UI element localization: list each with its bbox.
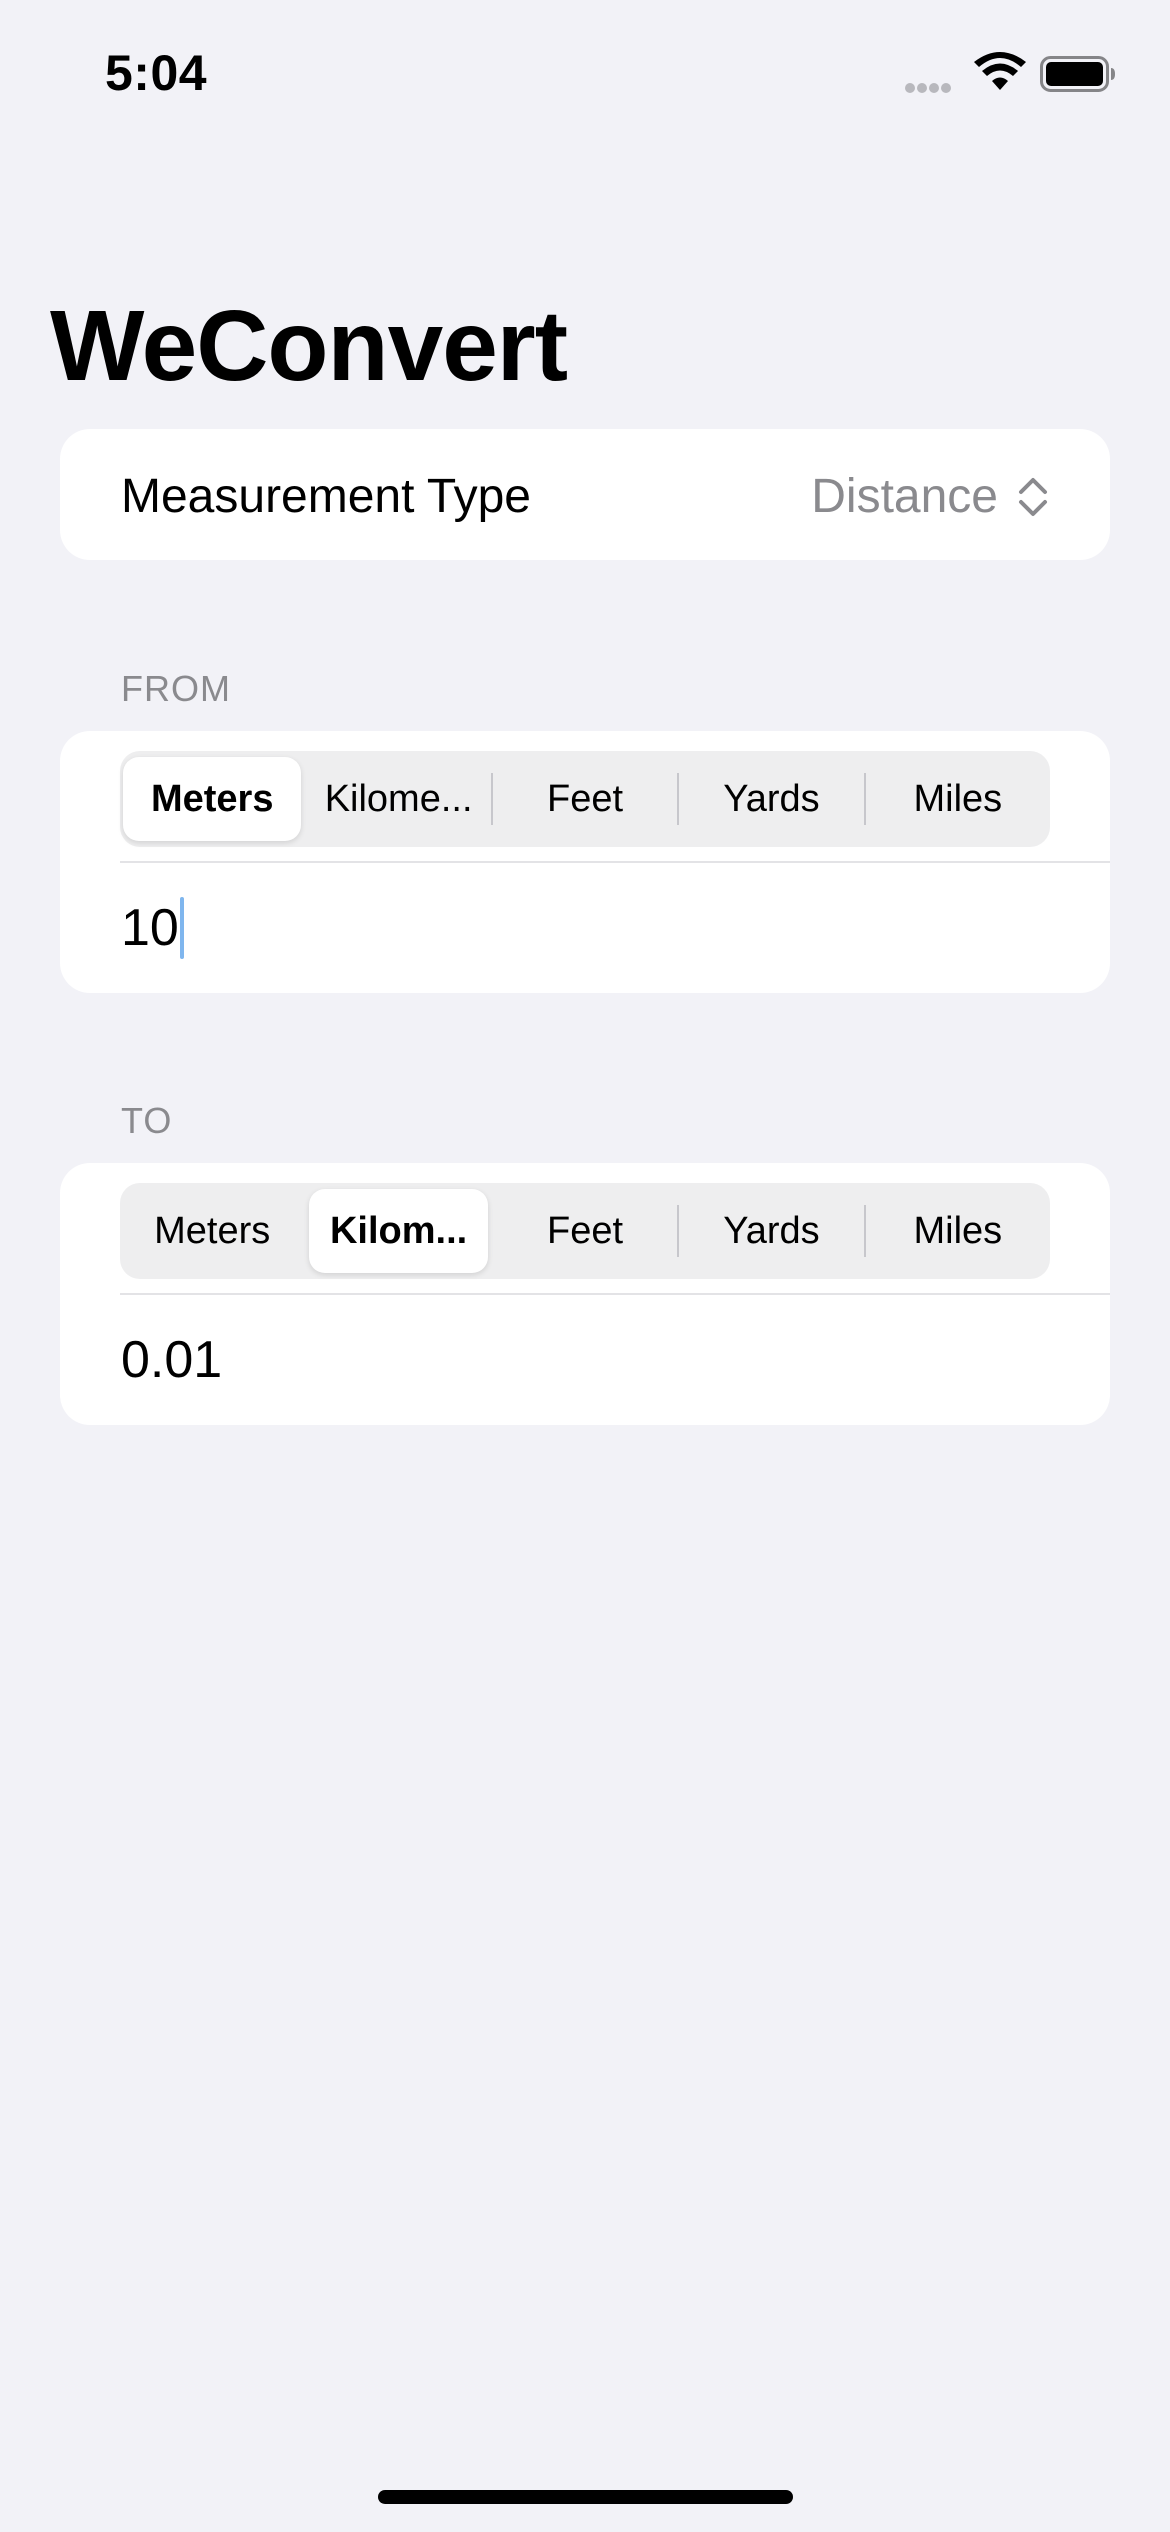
segment-separator: [304, 773, 306, 825]
to-card: Meters Kilom... Feet Yards Miles 0.01: [60, 1163, 1110, 1425]
measurement-type-row[interactable]: Measurement Type Distance: [60, 429, 1110, 560]
segment-separator: [304, 1205, 306, 1257]
wifi-icon: [974, 52, 1026, 90]
from-segment-feet[interactable]: Feet: [496, 757, 674, 841]
divider: [120, 861, 1110, 863]
home-indicator[interactable]: [378, 2490, 793, 2504]
to-segment-kilometers[interactable]: Kilom...: [309, 1189, 488, 1273]
measurement-type-picker[interactable]: Distance: [811, 469, 1050, 525]
status-time: 5:04: [105, 45, 208, 101]
to-segment-miles[interactable]: Miles: [869, 1189, 1047, 1273]
to-segment-yards[interactable]: Yards: [682, 1189, 860, 1273]
battery-icon: [1040, 56, 1115, 92]
to-segment-meters[interactable]: Meters: [123, 1189, 301, 1273]
segment-separator: [863, 1205, 866, 1257]
cellular-signal-icon: [905, 80, 961, 93]
divider: [120, 1293, 1110, 1295]
segment-separator: [677, 1205, 680, 1257]
measurement-type-label: Measurement Type: [121, 470, 531, 523]
from-segment-miles[interactable]: Miles: [869, 757, 1047, 841]
segment-separator: [490, 773, 493, 825]
segment-separator: [677, 773, 680, 825]
from-unit-segmented-control[interactable]: Meters Kilome... Feet Yards Miles: [120, 751, 1050, 847]
from-card: Meters Kilome... Feet Yards Miles 10: [60, 731, 1110, 993]
text-caret: [179, 897, 184, 959]
chevron-up-down-icon: [1019, 478, 1047, 516]
to-section-header: TO: [121, 1100, 173, 1141]
from-value-input[interactable]: 10: [121, 897, 184, 959]
segment-separator: [491, 1205, 493, 1257]
to-unit-segmented-control[interactable]: Meters Kilom... Feet Yards Miles: [120, 1183, 1050, 1279]
from-segment-meters[interactable]: Meters: [123, 757, 302, 841]
measurement-type-value: Distance: [811, 470, 998, 523]
to-segment-feet[interactable]: Feet: [496, 1189, 674, 1273]
from-segment-kilometers[interactable]: Kilome...: [309, 757, 487, 841]
status-bar: 5:04: [0, 0, 1170, 150]
from-value-text: 10: [121, 899, 179, 957]
from-segment-yards[interactable]: Yards: [682, 757, 860, 841]
to-value-text: 0.01: [121, 1331, 223, 1389]
segment-separator: [863, 773, 866, 825]
app-title: WeConvert: [50, 290, 568, 402]
from-section-header: FROM: [121, 668, 231, 709]
